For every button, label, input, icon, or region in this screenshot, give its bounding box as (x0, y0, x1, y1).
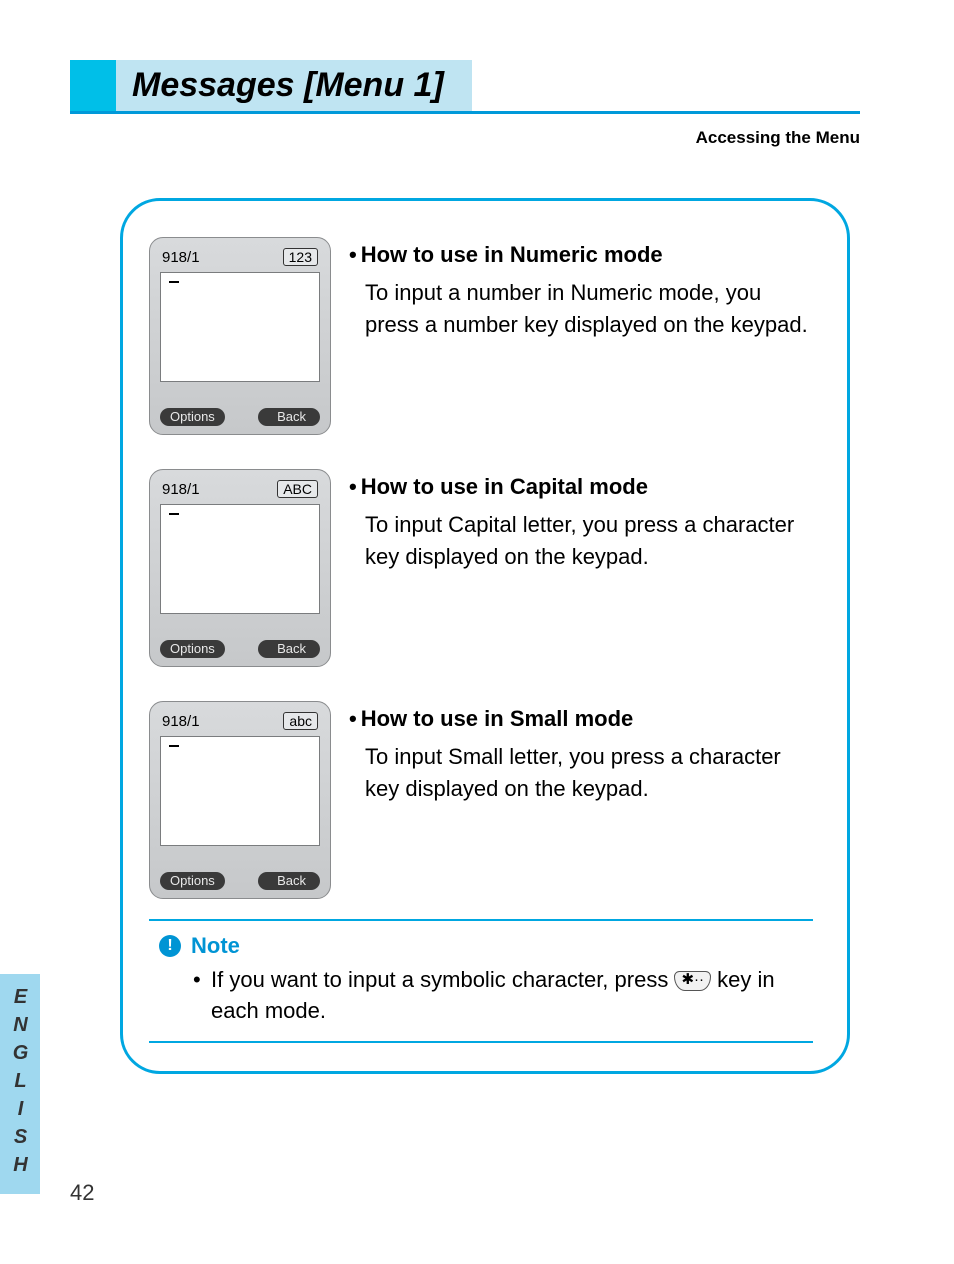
title-bar: Messages [Menu 1] (70, 60, 860, 114)
text-cursor (169, 745, 179, 747)
mode-row-small: 918/1 abc Options Back •How to use in Sm… (149, 701, 813, 899)
phone-text-area (160, 272, 320, 382)
input-mode-badge: ABC (277, 480, 318, 498)
mode-description-small: •How to use in Small mode To input Small… (349, 701, 813, 805)
mode-heading: How to use in Capital mode (361, 474, 648, 499)
mode-heading: How to use in Numeric mode (361, 242, 663, 267)
softkey-back: Back (258, 640, 320, 658)
softkey-options: Options (160, 872, 225, 890)
star-key-icon: ✱·· (674, 971, 711, 991)
text-cursor (169, 281, 179, 283)
input-mode-badge: 123 (283, 248, 318, 266)
mode-description-numeric: •How to use in Numeric mode To input a n… (349, 237, 813, 341)
char-counter: 918/1 (162, 481, 200, 498)
note-body: If you want to input a symbolic characte… (159, 965, 803, 1027)
input-mode-badge: abc (283, 712, 318, 730)
mode-body: To input Capital letter, you press a cha… (349, 509, 813, 573)
phone-header: 918/1 abc (160, 712, 320, 734)
softkey-bar: Options Back (160, 408, 320, 426)
info-icon: ! (159, 935, 181, 957)
softkey-options: Options (160, 408, 225, 426)
softkey-bar: Options Back (160, 640, 320, 658)
phone-mock-capital: 918/1 ABC Options Back (149, 469, 331, 667)
mode-body: To input a number in Numeric mode, you p… (349, 277, 813, 341)
softkey-back: Back (258, 872, 320, 890)
note-header: ! Note (159, 933, 803, 959)
language-label: ENGLISH (9, 986, 32, 1182)
note-text-a: If you want to input a symbolic characte… (211, 967, 674, 992)
phone-header: 918/1 ABC (160, 480, 320, 502)
page-number: 42 (70, 1180, 94, 1206)
char-counter: 918/1 (162, 249, 200, 266)
note-box: ! Note If you want to input a symbolic c… (149, 919, 813, 1043)
softkey-back: Back (258, 408, 320, 426)
mode-description-capital: •How to use in Capital mode To input Cap… (349, 469, 813, 573)
char-counter: 918/1 (162, 713, 200, 730)
phone-header: 918/1 123 (160, 248, 320, 270)
mode-row-capital: 918/1 ABC Options Back •How to use in Ca… (149, 469, 813, 667)
phone-text-area (160, 736, 320, 846)
mode-heading: How to use in Small mode (361, 706, 634, 731)
phone-text-area (160, 504, 320, 614)
section-subtitle: Accessing the Menu (70, 128, 860, 148)
note-title: Note (191, 933, 240, 959)
title-accent-block (70, 60, 116, 111)
title-background: Messages [Menu 1] (116, 60, 472, 111)
text-cursor (169, 513, 179, 515)
page-title: Messages [Menu 1] (132, 66, 444, 104)
softkey-options: Options (160, 640, 225, 658)
language-side-tab: ENGLISH (0, 974, 40, 1194)
softkey-bar: Options Back (160, 872, 320, 890)
phone-mock-small: 918/1 abc Options Back (149, 701, 331, 899)
mode-body: To input Small letter, you press a chara… (349, 741, 813, 805)
content-frame: 918/1 123 Options Back •How to use in Nu… (120, 198, 850, 1074)
mode-row-numeric: 918/1 123 Options Back •How to use in Nu… (149, 237, 813, 435)
phone-mock-numeric: 918/1 123 Options Back (149, 237, 331, 435)
